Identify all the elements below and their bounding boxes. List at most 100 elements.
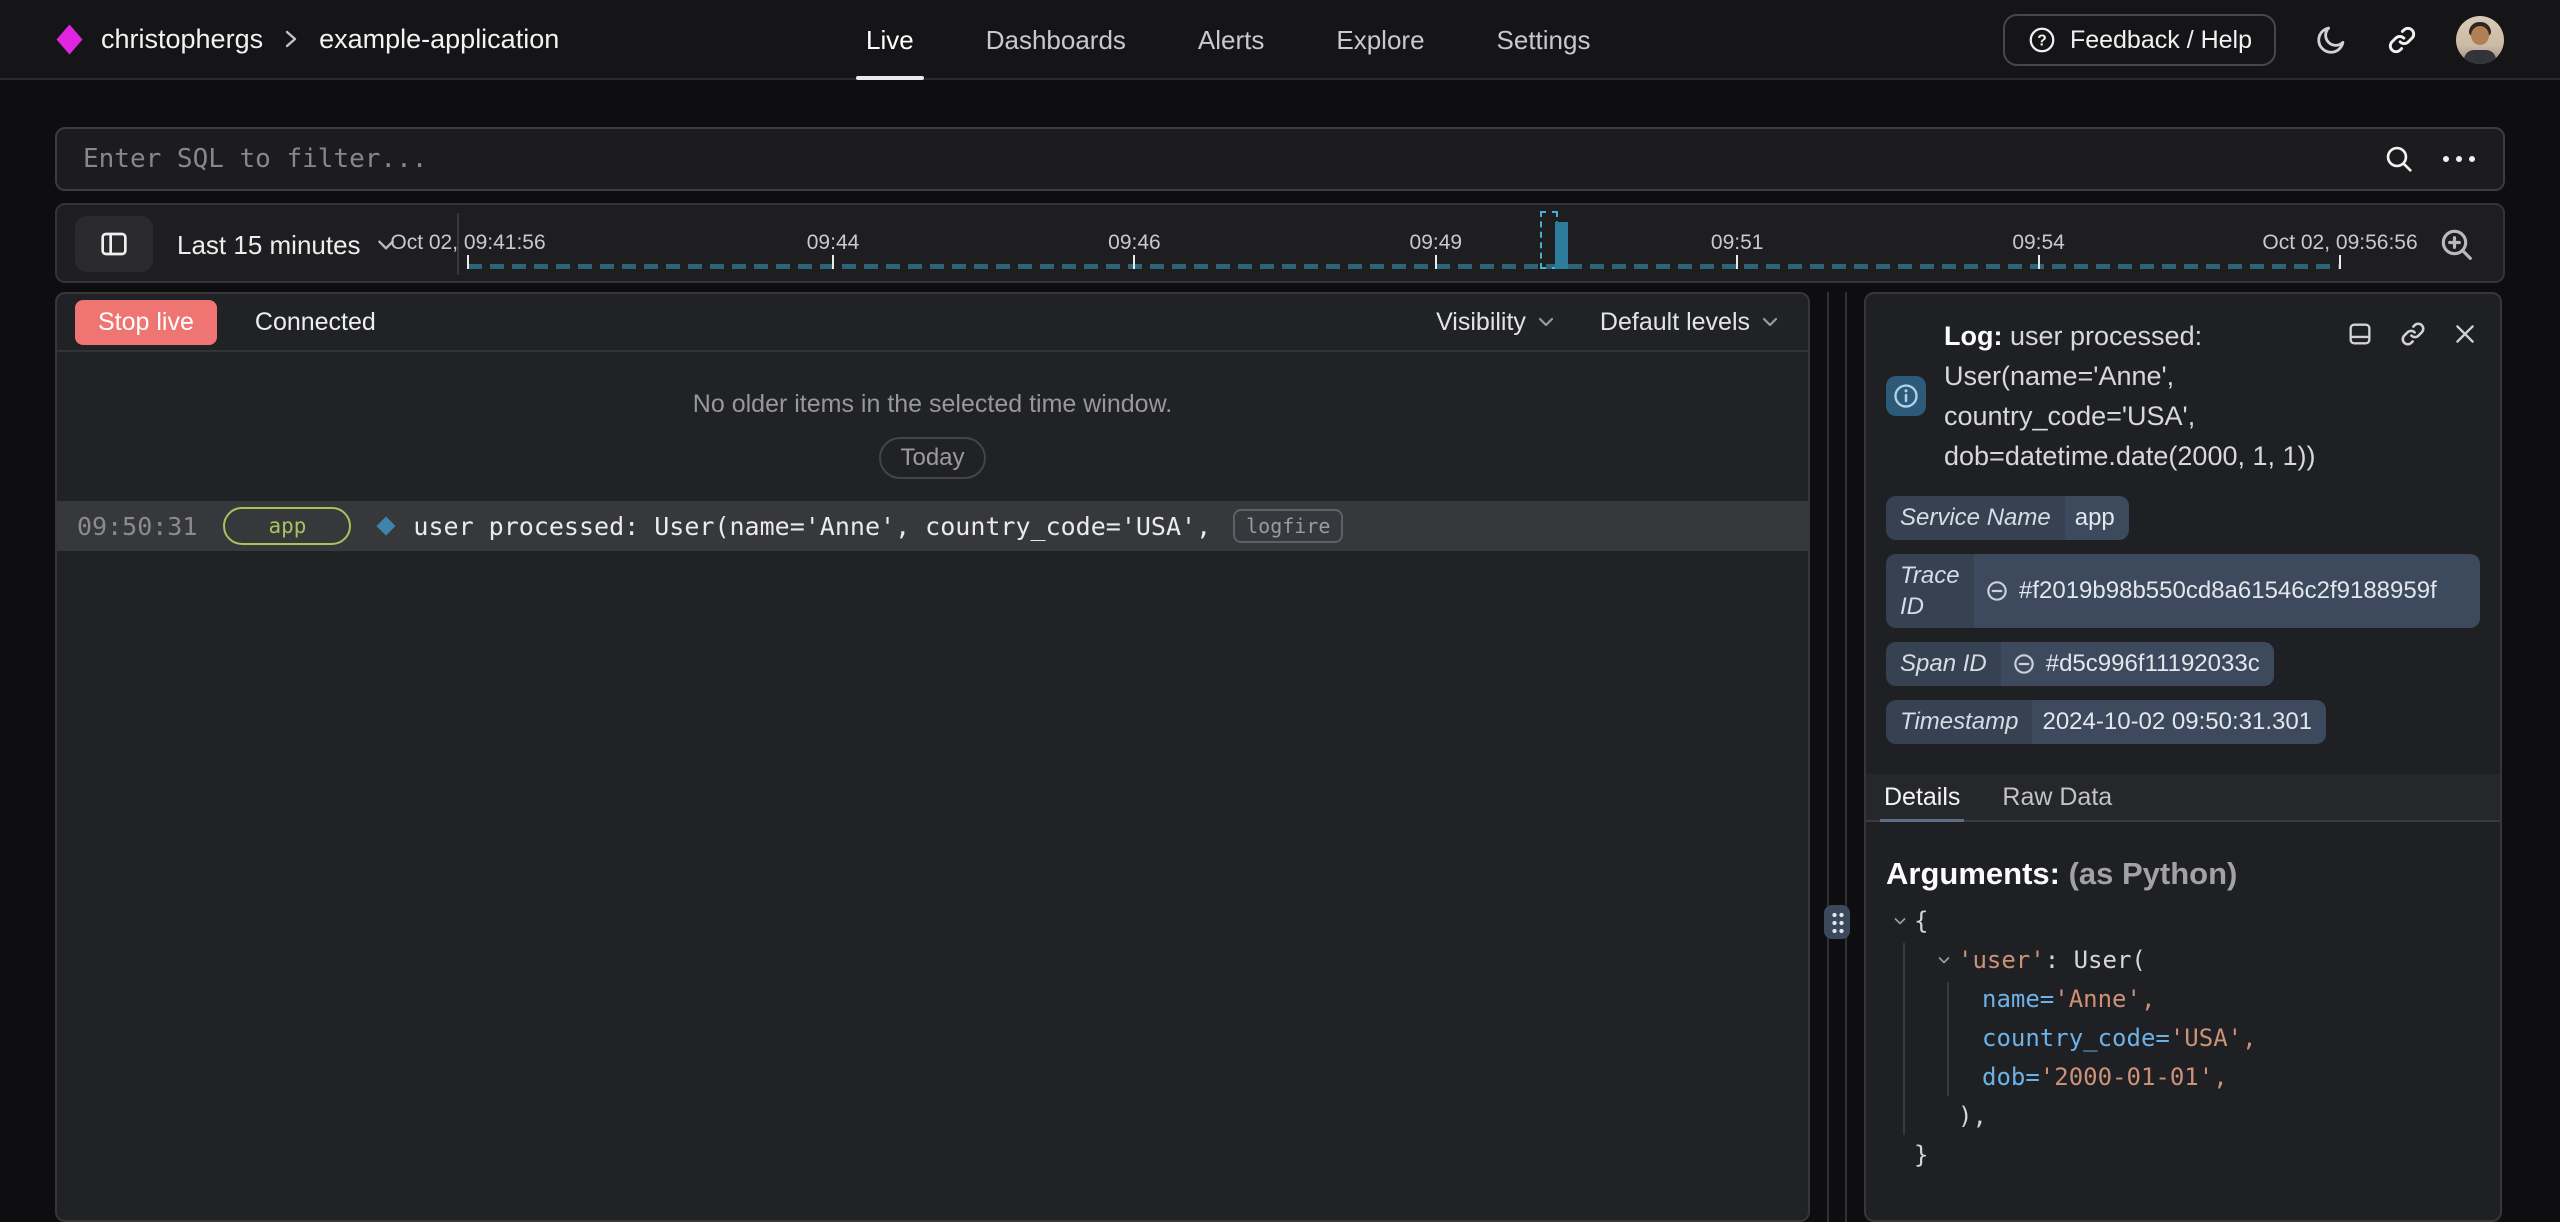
time-range-dropdown[interactable]: Last 15 minutes (177, 205, 397, 285)
field-label: Trace ID (1886, 554, 1974, 628)
stop-live-button[interactable]: Stop live (75, 300, 217, 345)
code-token: { (1914, 907, 1928, 935)
timeline-tick-mark (2339, 255, 2341, 269)
log-message: user processed: User(name='Anne', countr… (413, 512, 1211, 541)
code-line: ), (1890, 1097, 2500, 1136)
timeline-spike-bar (1555, 222, 1568, 269)
code-token: : (2045, 946, 2074, 974)
link-icon (2386, 24, 2418, 56)
visibility-label: Visibility (1436, 308, 1526, 337)
chevron-down-icon (1536, 312, 1556, 332)
question-circle-icon: ? (2027, 25, 2057, 55)
dock-panel-button[interactable] (2346, 320, 2374, 348)
moon-icon (2314, 23, 2348, 57)
timeline-bar: Last 15 minutes Oct 02, 09:41:56 Oct 02,… (55, 203, 2505, 283)
details-header: Log: user processed: User(name='Anne', c… (1866, 294, 2500, 484)
connection-status: Connected (255, 308, 376, 337)
service-badge[interactable]: app (223, 507, 351, 545)
code-line: } (1890, 1136, 2500, 1175)
timeline-spike[interactable] (1540, 211, 1576, 269)
user-avatar[interactable] (2456, 16, 2504, 64)
code-line: name='Anne', (1890, 980, 2500, 1019)
field-label: Span ID (1886, 642, 2001, 686)
code-token: name= (1982, 985, 2054, 1013)
timeline-tick-label: 09:51 (1711, 231, 1764, 255)
code-line: { (1890, 902, 2500, 941)
svg-text:?: ? (2037, 32, 2047, 49)
code-token: 'USA' (2170, 1024, 2242, 1052)
code-token: User( (2074, 946, 2146, 974)
tab-raw-data[interactable]: Raw Data (2002, 774, 2112, 820)
log-tag-badge[interactable]: logfire (1233, 509, 1343, 543)
timeline-tick-label: 09:49 (1410, 231, 1463, 255)
logfire-app: christophergs example-application Live D… (0, 0, 2560, 1222)
splitter-track-line (1827, 292, 1829, 1222)
details-header-actions (2346, 320, 2478, 348)
field-label: Service Name (1886, 496, 2065, 540)
code-line: country_code='USA', (1890, 1019, 2500, 1058)
panel-resize-handle[interactable] (1824, 905, 1850, 939)
more-options-button[interactable] (2443, 156, 2475, 162)
share-link-button[interactable] (2386, 24, 2418, 56)
tab-alerts[interactable]: Alerts (1194, 0, 1268, 80)
panel-left-icon (98, 228, 130, 260)
avatar-face (2471, 26, 2489, 45)
field-value: app (2065, 496, 2129, 540)
log-row[interactable]: 09:50:31 app user processed: User(name='… (57, 501, 1808, 551)
theme-toggle-button[interactable] (2314, 23, 2348, 57)
timeline-start-label: Oct 02, 09:41:56 (390, 231, 545, 255)
details-title-prefix: Log: (1944, 321, 2002, 351)
tab-settings[interactable]: Settings (1493, 0, 1595, 80)
default-levels-label: Default levels (1600, 308, 1750, 337)
tab-details[interactable]: Details (1884, 774, 1960, 820)
logfire-logo-icon[interactable] (56, 24, 83, 55)
code-token: 'Anne' (2054, 985, 2141, 1013)
expand-chevron-icon[interactable] (1892, 913, 1908, 929)
span-details-panel: Log: user processed: User(name='Anne', c… (1864, 292, 2502, 1222)
nav-actions: ? Feedback / Help (2003, 0, 2504, 80)
timeline-tick-mark (467, 255, 469, 269)
today-button[interactable]: Today (879, 437, 985, 479)
timeline-zoom-button[interactable] (2437, 225, 2477, 265)
panel-bottom-icon (2346, 320, 2374, 348)
tab-live[interactable]: Live (862, 0, 918, 80)
timeline-tick-label: 09:54 (2012, 231, 2065, 255)
close-panel-button[interactable] (2452, 320, 2478, 348)
sql-filter-bar (55, 127, 2505, 191)
chevron-down-icon (1760, 312, 1780, 332)
details-tabs: Details Raw Data (1866, 774, 2500, 822)
empty-state-message: No older items in the selected time wind… (57, 390, 1808, 419)
link-icon (2399, 320, 2427, 348)
time-range-label: Last 15 minutes (177, 230, 361, 261)
tab-dashboards[interactable]: Dashboards (982, 0, 1130, 80)
search-icon (2383, 143, 2415, 175)
span-id-field[interactable]: Span ID #d5c996f11192033c (1886, 642, 2274, 686)
arguments-heading-main: Arguments: (1886, 856, 2060, 891)
sidebar-toggle-button[interactable] (75, 216, 153, 272)
arguments-code: {'user': User(name='Anne',country_code='… (1890, 902, 2500, 1175)
visibility-dropdown[interactable]: Visibility (1436, 308, 1556, 337)
timeline-axis[interactable]: Oct 02, 09:41:56 Oct 02, 09:56:56 09:440… (468, 205, 2340, 285)
tab-explore[interactable]: Explore (1332, 0, 1428, 80)
search-button[interactable] (2383, 143, 2415, 175)
log-timestamp: 09:50:31 (77, 512, 197, 541)
sql-bar-actions (2383, 143, 2475, 175)
drag-dots-icon (1831, 911, 1844, 933)
breadcrumb-org[interactable]: christophergs (101, 24, 263, 55)
timeline-tick-mark (832, 255, 834, 269)
info-icon (1891, 381, 1921, 411)
expand-chevron-icon[interactable] (1936, 952, 1952, 968)
default-levels-dropdown[interactable]: Default levels (1600, 308, 1780, 337)
details-fields: Service Name app Trace ID #f2019b98b550c… (1866, 484, 2500, 758)
feedback-help-button[interactable]: ? Feedback / Help (2003, 14, 2276, 66)
code-token: country_code= (1982, 1024, 2170, 1052)
link-circle-icon (2011, 651, 2037, 677)
close-icon (2452, 321, 2478, 347)
code-token: , (2141, 985, 2155, 1013)
breadcrumb: christophergs example-application (56, 24, 559, 55)
top-nav: christophergs example-application Live D… (0, 0, 2560, 80)
trace-id-field[interactable]: Trace ID #f2019b98b550cd8a61546c2f918895… (1886, 554, 2480, 628)
breadcrumb-project[interactable]: example-application (319, 24, 559, 55)
sql-filter-input[interactable] (57, 129, 2383, 189)
copy-link-button[interactable] (2399, 320, 2427, 348)
